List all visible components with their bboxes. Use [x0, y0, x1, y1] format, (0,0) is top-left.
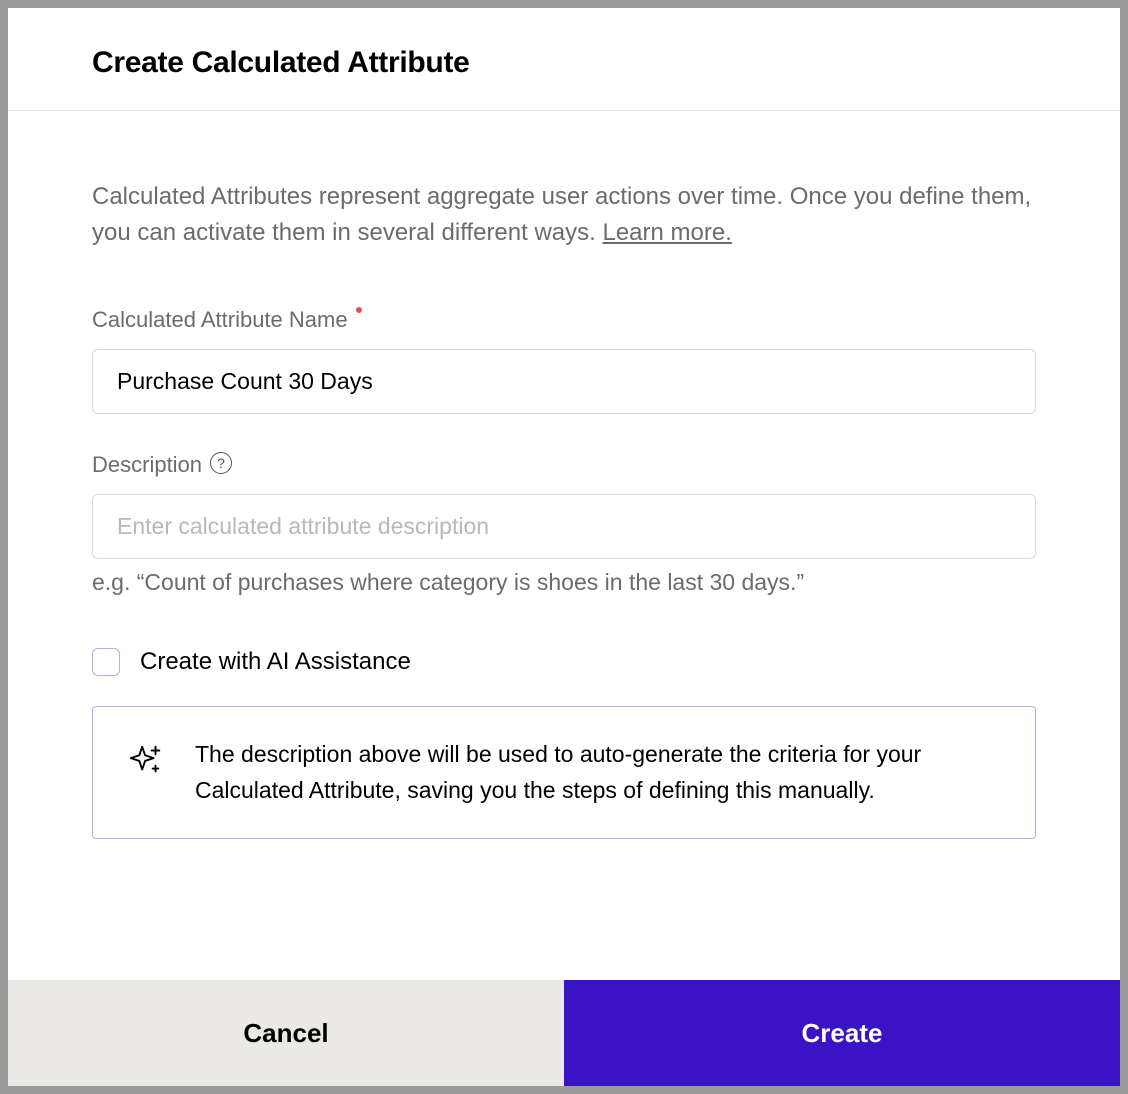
ai-info-text: The description above will be used to au…: [195, 737, 1001, 808]
required-indicator-icon: [356, 307, 362, 313]
ai-assist-row: Create with AI Assistance: [92, 648, 1036, 676]
help-icon[interactable]: ?: [210, 452, 232, 474]
intro-copy: Calculated Attributes represent aggregat…: [92, 183, 1031, 246]
name-field-label: Calculated Attribute Name: [92, 307, 1036, 333]
ai-assist-checkbox[interactable]: [92, 648, 120, 676]
learn-more-link[interactable]: Learn more.: [602, 219, 731, 246]
description-input[interactable]: [92, 494, 1036, 559]
ai-info-box: The description above will be used to au…: [92, 706, 1036, 839]
description-field-group: Description ? e.g. “Count of purchases w…: [92, 452, 1036, 596]
create-button[interactable]: Create: [564, 980, 1120, 1086]
modal-header: Create Calculated Attribute: [8, 8, 1120, 111]
name-field-group: Calculated Attribute Name: [92, 307, 1036, 414]
name-input[interactable]: [92, 349, 1036, 414]
modal-title: Create Calculated Attribute: [92, 46, 1036, 80]
ai-assist-label: Create with AI Assistance: [140, 648, 411, 676]
description-label-text: Description: [92, 452, 202, 478]
create-calculated-attribute-modal: Create Calculated Attribute Calculated A…: [8, 8, 1120, 1086]
modal-body: Calculated Attributes represent aggregat…: [8, 111, 1120, 980]
description-field-label: Description ?: [92, 452, 1036, 478]
intro-text: Calculated Attributes represent aggregat…: [92, 179, 1036, 251]
cancel-button[interactable]: Cancel: [8, 980, 564, 1086]
description-hint: e.g. “Count of purchases where category …: [92, 569, 1036, 596]
modal-footer: Cancel Create: [8, 980, 1120, 1086]
sparkle-icon: [127, 741, 165, 779]
name-label-text: Calculated Attribute Name: [92, 307, 348, 333]
